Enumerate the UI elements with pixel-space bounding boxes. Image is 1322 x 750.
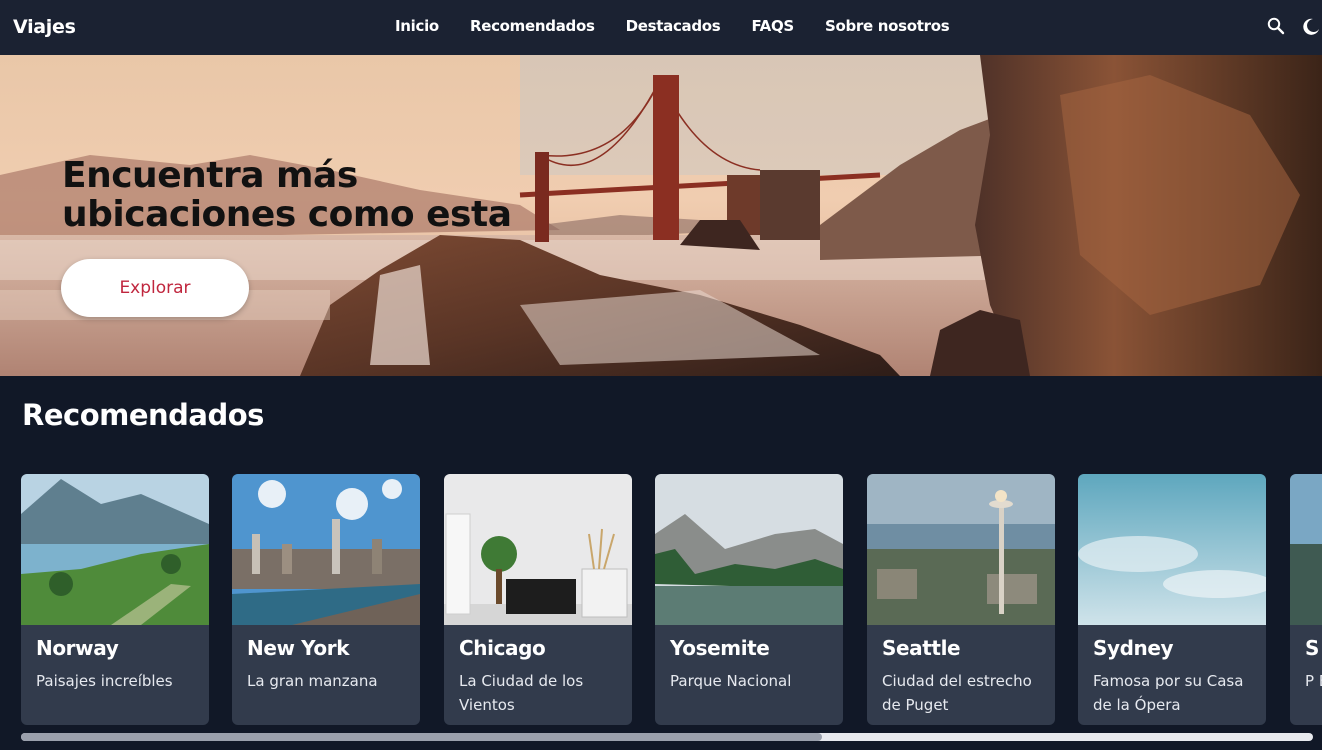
nav-link-inicio[interactable]: Inicio — [395, 17, 439, 35]
partial-card-image — [1290, 474, 1322, 625]
nav-links: Inicio Recomendados Destacados FAQS Sobr… — [395, 17, 950, 35]
card-norway[interactable]: Norway Paisajes increíbles — [21, 474, 209, 725]
card-sydney[interactable]: Sydney Famosa por su Casa de la Ópera — [1078, 474, 1266, 725]
yosemite-image — [655, 474, 843, 625]
navbar: Viajes Inicio Recomendados Destacados FA… — [0, 0, 1322, 55]
card-yosemite[interactable]: Yosemite Parque Nacional — [655, 474, 843, 725]
card-title: Yosemite — [670, 636, 770, 660]
card-description: La gran manzana — [247, 672, 378, 690]
card-new-york[interactable]: New York La gran manzana — [232, 474, 420, 725]
hero-title: Encuentra más ubicaciones como esta — [62, 155, 512, 235]
card-title: Sydney — [1093, 636, 1174, 660]
card-title: S — [1305, 636, 1320, 660]
search-icon[interactable] — [1266, 16, 1286, 36]
nav-link-faqs[interactable]: FAQS — [751, 17, 794, 35]
card-title: Norway — [36, 636, 119, 660]
chicago-image — [444, 474, 632, 625]
card-description: Famosa por su Casa de la Ópera — [1093, 672, 1244, 714]
card-description: Ciudad del estrecho de Puget — [882, 672, 1032, 714]
card-title: Chicago — [459, 636, 546, 660]
scrollbar-thumb[interactable] — [21, 733, 823, 741]
explore-button[interactable]: Explorar — [61, 259, 249, 317]
seattle-image — [867, 474, 1055, 625]
section-title-recommended: Recomendados — [22, 398, 264, 432]
hero-title-line2: ubicaciones como esta — [62, 194, 512, 235]
new-york-image — [232, 474, 420, 625]
sydney-image — [1078, 474, 1266, 625]
hero-banner: Encuentra más ubicaciones como esta Expl… — [0, 55, 1322, 376]
card-description: Parque Nacional — [670, 672, 792, 690]
card-description: Paisajes increíbles — [36, 672, 173, 690]
card-title: Seattle — [882, 636, 961, 660]
card-partial[interactable]: S P E — [1290, 474, 1322, 725]
nav-link-recomendados[interactable]: Recomendados — [470, 17, 595, 35]
nav-link-sobre-nosotros[interactable]: Sobre nosotros — [825, 17, 950, 35]
nav-link-destacados[interactable]: Destacados — [626, 17, 721, 35]
norway-image — [21, 474, 209, 625]
hero-title-line1: Encuentra más — [62, 155, 358, 196]
recommended-carousel[interactable]: Norway Paisajes increíbles New York La g… — [0, 474, 1322, 726]
card-description: P E — [1305, 672, 1322, 690]
moon-icon[interactable] — [1300, 16, 1320, 36]
brand-logo[interactable]: Viajes — [13, 16, 76, 38]
card-chicago[interactable]: Chicago La Ciudad de los Vientos — [444, 474, 632, 725]
card-title: New York — [247, 636, 350, 660]
carousel-scrollbar[interactable] — [21, 733, 1313, 741]
card-description: La Ciudad de los Vientos — [459, 672, 584, 714]
card-seattle[interactable]: Seattle Ciudad del estrecho de Puget — [867, 474, 1055, 725]
